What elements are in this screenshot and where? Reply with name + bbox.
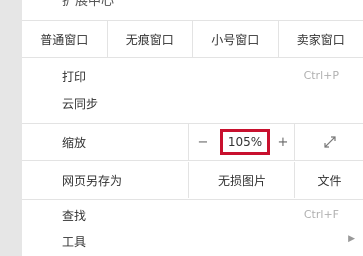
print-shortcut: Ctrl+P xyxy=(303,69,339,82)
zoom-row: 缩放 − 105% + xyxy=(22,123,363,161)
cloud-sync-item[interactable]: 云同步 xyxy=(62,95,98,112)
zoom-label: 缩放 xyxy=(62,136,87,150)
zoom-in-button[interactable]: + xyxy=(272,124,294,160)
find-shortcut: Ctrl+F xyxy=(303,208,339,221)
save-file-button[interactable]: 文件 xyxy=(294,162,363,198)
normal-window-button[interactable]: 普通窗口 xyxy=(22,21,107,57)
fullscreen-icon xyxy=(323,136,336,148)
window-mode-row: 普通窗口 无痕窗口 小号窗口 卖家窗口 xyxy=(22,20,363,58)
print-item[interactable]: 打印 xyxy=(62,68,86,85)
background-strip xyxy=(0,0,22,256)
save-as-label[interactable]: 网页另存为 xyxy=(62,172,122,189)
zoom-level: 105% xyxy=(220,129,270,155)
extensions-item[interactable]: 扩展中心 xyxy=(62,0,114,9)
save-lossless-image-button[interactable]: 无损图片 xyxy=(188,162,295,198)
incognito-window-button[interactable]: 无痕窗口 xyxy=(106,21,193,57)
fullscreen-button[interactable] xyxy=(294,124,363,160)
submenu-arrow-icon: ▶ xyxy=(348,234,355,244)
find-item[interactable]: 查找 xyxy=(62,207,86,224)
save-as-row: 网页另存为 无损图片 文件 xyxy=(22,162,363,198)
tools-item[interactable]: 工具 xyxy=(62,233,86,250)
seller-window-button[interactable]: 卖家窗口 xyxy=(277,21,363,57)
divider xyxy=(22,199,363,200)
browser-menu: 扩展中心 普通窗口 无痕窗口 小号窗口 卖家窗口 打印 Ctrl+P 云同步 缩… xyxy=(22,0,363,256)
zoom-out-button[interactable]: − xyxy=(188,124,217,160)
small-window-button[interactable]: 小号窗口 xyxy=(192,21,278,57)
